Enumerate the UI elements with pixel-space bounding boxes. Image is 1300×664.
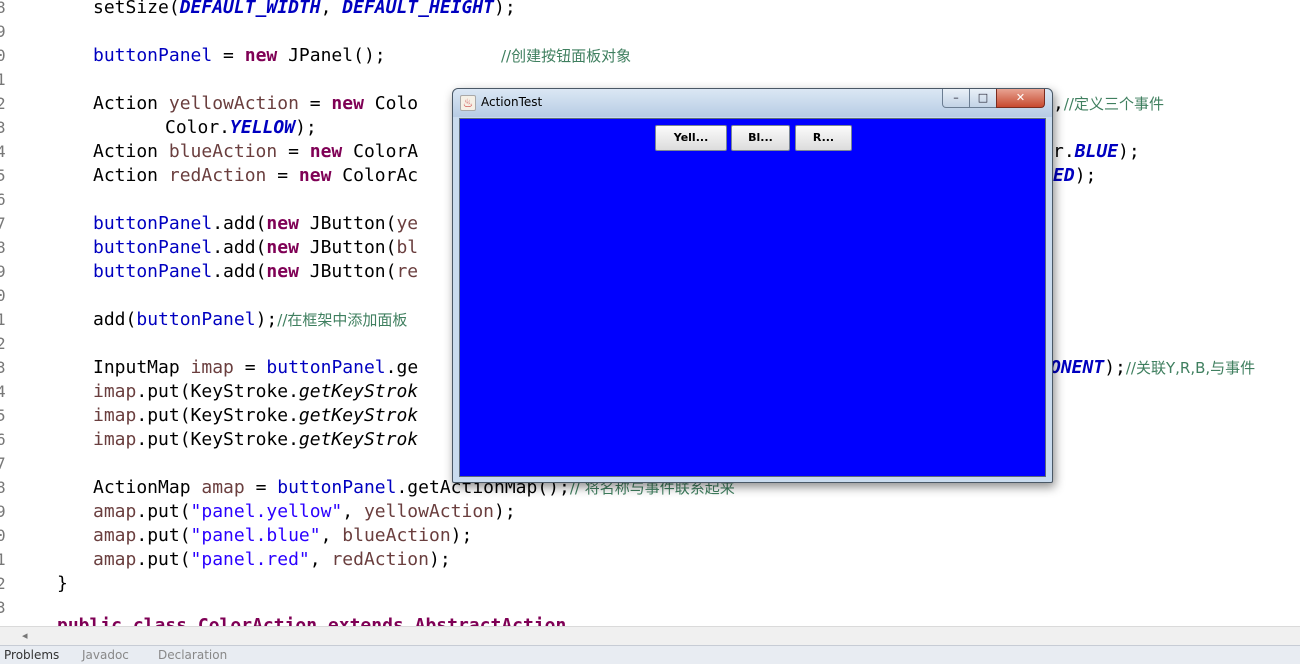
line-number: 8 xyxy=(0,0,6,17)
yellow-button[interactable]: Yell... xyxy=(655,125,727,151)
line-number: 0 xyxy=(0,46,6,65)
line-number: 4 xyxy=(0,382,6,401)
actiontest-window[interactable]: ♨ ActionTest – □ ✕ Yell... Bl... R... xyxy=(452,88,1053,483)
window-title-bar[interactable]: ♨ ActionTest – □ ✕ xyxy=(453,89,1052,117)
line-number: 3 xyxy=(0,598,6,617)
code-line: imap.put(KeyStroke.getKeyStrok xyxy=(93,405,419,426)
line-number: 7 xyxy=(0,454,6,473)
tab-problems[interactable]: Problems xyxy=(4,647,59,663)
line-number: 1 xyxy=(0,550,6,569)
bottom-panel-tabs: Problems Javadoc Declaration xyxy=(0,645,1300,664)
line-number: 4 xyxy=(0,142,6,161)
code-line: Color.YELLOW); xyxy=(165,117,317,138)
window-controls: – □ ✕ xyxy=(942,89,1045,109)
color-panel: Yell... Bl... R... xyxy=(459,118,1046,477)
code-line: buttonPanel.add(new JButton(re xyxy=(93,261,419,282)
line-number: 3 xyxy=(0,358,6,377)
code-line: ED); xyxy=(1053,165,1097,186)
blue-button[interactable]: Bl... xyxy=(731,125,790,151)
code-line: amap.put("panel.yellow", yellowAction); xyxy=(93,501,516,522)
line-number: 9 xyxy=(0,262,6,281)
line-number: 1 xyxy=(0,310,6,329)
window-title: ActionTest xyxy=(481,95,543,109)
code-line: setSize(DEFAULT_WIDTH, DEFAULT_HEIGHT); xyxy=(93,0,516,18)
line-number: 5 xyxy=(0,406,6,425)
tab-declaration[interactable]: Declaration xyxy=(158,647,227,663)
line-number: 2 xyxy=(0,574,6,593)
code-line: add(buttonPanel);//在框架中添加面板 xyxy=(93,309,408,330)
line-number: 9 xyxy=(0,22,6,41)
code-line: r.BLUE); xyxy=(1053,141,1140,162)
line-number: 2 xyxy=(0,94,6,113)
line-number: 3 xyxy=(0,118,6,137)
code-line: amap.put("panel.red", redAction); xyxy=(93,549,451,570)
line-number: 6 xyxy=(0,190,6,209)
line-number: 9 xyxy=(0,502,6,521)
code-line: amap.put("panel.blue", blueAction); xyxy=(93,525,473,546)
code-line: Action blueAction = new ColorA xyxy=(93,141,419,162)
code-line: ONENT);//关联Y,R,B,与事件 xyxy=(1050,357,1256,378)
close-button[interactable]: ✕ xyxy=(996,89,1045,108)
code-line: imap.put(KeyStroke.getKeyStrok xyxy=(93,429,419,450)
line-number-gutter: 8 9 0 1 2 3 4 5 6 7 8 9 0 1 2 3 4 5 6 7 … xyxy=(0,0,14,630)
line-number: 8 xyxy=(0,238,6,257)
line-number: 7 xyxy=(0,214,6,233)
line-number: 0 xyxy=(0,286,6,305)
line-number: 0 xyxy=(0,526,6,545)
code-line: Action redAction = new ColorAc xyxy=(93,165,419,186)
red-button[interactable]: R... xyxy=(795,125,852,151)
line-number: 1 xyxy=(0,70,6,89)
code-line: } xyxy=(57,573,68,594)
code-line: imap.put(KeyStroke.getKeyStrok xyxy=(93,381,419,402)
tab-javadoc[interactable]: Javadoc xyxy=(82,647,129,663)
code-line: buttonPanel.add(new JButton(bl xyxy=(93,237,419,258)
scroll-left-icon[interactable]: ◂ xyxy=(22,629,28,642)
code-line: ,//定义三个事件 xyxy=(1053,93,1164,114)
line-number: 6 xyxy=(0,430,6,449)
line-number: 2 xyxy=(0,334,6,353)
maximize-button[interactable]: □ xyxy=(969,89,997,108)
java-icon: ♨ xyxy=(460,95,476,111)
code-line: buttonPanel.add(new JButton(ye xyxy=(93,213,419,234)
code-line: Action yellowAction = new Colo xyxy=(93,93,419,114)
line-number: 8 xyxy=(0,478,6,497)
horizontal-scrollbar[interactable]: ◂ xyxy=(0,626,1300,645)
minimize-button[interactable]: – xyxy=(942,89,970,108)
line-number: 5 xyxy=(0,166,6,185)
code-line: InputMap imap = buttonPanel.ge xyxy=(93,357,419,378)
code-line: buttonPanel = new JPanel(); xyxy=(93,45,386,66)
code-comment: //创建按钮面板对象 xyxy=(501,47,632,65)
